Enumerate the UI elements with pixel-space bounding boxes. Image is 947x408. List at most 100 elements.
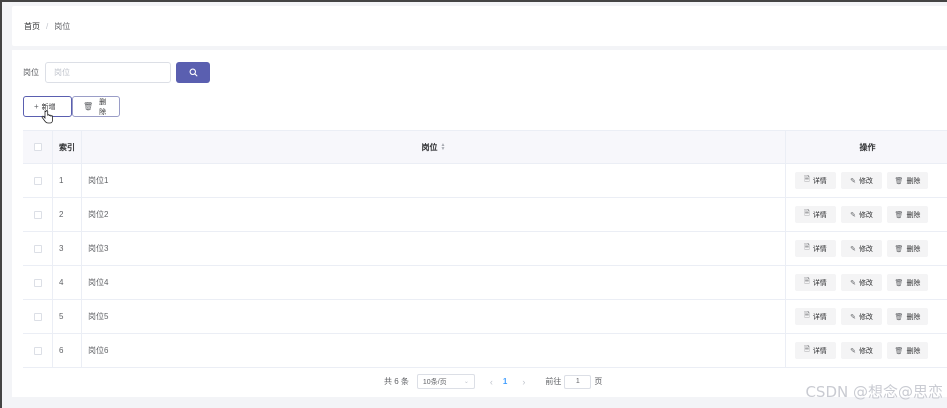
row-name: 岗位1 [82, 164, 786, 197]
row-delete-button-label: 删除 [906, 279, 921, 287]
detail-button-label: 详情 [812, 177, 827, 185]
search-icon [189, 68, 197, 77]
breadcrumb-bar: 首页 / 岗位 [12, 6, 947, 46]
table-row: 5 岗位5 🗎 详情 ✎ 修改 🗑 删除 [23, 300, 947, 334]
breadcrumb-current: 岗位 [54, 21, 71, 31]
chevron-down-icon: ⌄ [463, 379, 469, 385]
edit-button-label: 修改 [858, 211, 873, 219]
pagination: 共 6 条 10条/页 ⌄ ‹ 1 › 前往 页 [384, 374, 602, 389]
select-all-checkbox[interactable] [33, 143, 42, 151]
row-checkbox[interactable] [33, 210, 42, 219]
row-actions: 🗎 详情 ✎ 修改 🗑 删除 [786, 164, 947, 197]
edit-button-label: 修改 [858, 245, 873, 253]
document-icon: 🗎 [804, 176, 810, 183]
detail-button-label: 详情 [812, 347, 827, 355]
row-checkbox[interactable] [33, 312, 42, 321]
delete-button[interactable]: 🗑 删除 [72, 96, 120, 117]
edit-button[interactable]: ✎ 修改 [841, 240, 882, 257]
breadcrumb-home[interactable]: 首页 [24, 21, 40, 32]
goto-suffix: 页 [594, 377, 603, 386]
detail-button[interactable]: 🗎 详情 [795, 308, 836, 325]
edit-button[interactable]: ✎ 修改 [841, 172, 882, 189]
row-checkbox[interactable] [33, 176, 42, 185]
next-page-icon[interactable]: › [522, 377, 525, 387]
table-header: 索引 岗位 ▲ ▼ 操作 [23, 131, 947, 164]
sort-icon[interactable]: ▲ ▼ [441, 143, 446, 152]
row-name: 岗位2 [82, 198, 786, 231]
header-name[interactable]: 岗位 ▲ ▼ [82, 131, 786, 163]
goto-prefix: 前往 [545, 377, 562, 386]
row-index: 1 [53, 164, 82, 197]
row-index: 3 [53, 232, 82, 265]
row-checkbox-cell [23, 266, 53, 299]
edit-button[interactable]: ✎ 修改 [841, 308, 882, 325]
detail-button[interactable]: 🗎 详情 [795, 206, 836, 223]
row-checkbox-cell [23, 334, 53, 367]
edit-icon: ✎ [850, 177, 856, 185]
edit-icon: ✎ [850, 245, 856, 253]
row-checkbox-cell [23, 232, 53, 265]
row-delete-button[interactable]: 🗑 删除 [887, 342, 928, 359]
search-label: 岗位 [23, 68, 39, 77]
row-checkbox[interactable] [33, 278, 42, 287]
edit-button[interactable]: ✎ 修改 [841, 342, 882, 359]
row-delete-button[interactable]: 🗑 删除 [887, 308, 928, 325]
row-checkbox[interactable] [33, 346, 42, 355]
table-row: 1 岗位1 🗎 详情 ✎ 修改 🗑 删除 [23, 164, 947, 198]
detail-button[interactable]: 🗎 详情 [795, 172, 836, 189]
row-delete-button-label: 删除 [906, 177, 921, 185]
page-size-value: 10条/页 [422, 378, 447, 386]
detail-button[interactable]: 🗎 详情 [795, 274, 836, 291]
row-checkbox[interactable] [33, 244, 42, 253]
edit-icon: ✎ [850, 313, 856, 321]
row-delete-button[interactable]: 🗑 删除 [887, 172, 928, 189]
row-actions: 🗎 详情 ✎ 修改 🗑 删除 [786, 198, 947, 231]
detail-button[interactable]: 🗎 详情 [795, 342, 836, 359]
document-icon: 🗎 [804, 210, 810, 217]
detail-button-label: 详情 [812, 279, 827, 287]
row-name: 岗位3 [82, 232, 786, 265]
trash-icon: 🗑 [894, 177, 904, 185]
document-icon: 🗎 [804, 278, 810, 285]
edit-icon: ✎ [850, 347, 856, 355]
row-name: 岗位6 [82, 334, 786, 367]
watermark: CSDN @想念@思恋 [805, 383, 943, 401]
row-delete-button[interactable]: 🗑 删除 [887, 240, 928, 257]
plus-icon: + [34, 102, 39, 111]
hand-cursor-icon [41, 110, 53, 124]
edit-icon: ✎ [850, 211, 856, 219]
document-icon: 🗎 [804, 244, 810, 251]
prev-page-icon[interactable]: ‹ [490, 377, 493, 387]
table-row: 4 岗位4 🗎 详情 ✎ 修改 🗑 删除 [23, 266, 947, 300]
row-checkbox-cell [23, 300, 53, 333]
edit-button-label: 修改 [858, 177, 873, 185]
row-checkbox-cell [23, 198, 53, 231]
trash-icon: 🗑 [894, 245, 904, 253]
edit-button[interactable]: ✎ 修改 [841, 206, 882, 223]
document-icon: 🗎 [804, 346, 810, 353]
toolbar: + 新增 🗑 删除 [23, 96, 120, 117]
main-panel: 岗位 + 新增 🗑 删除 [12, 50, 947, 397]
trash-icon: 🗑 [894, 313, 904, 321]
breadcrumb: 首页 / 岗位 [24, 21, 70, 32]
row-actions: 🗎 详情 ✎ 修改 🗑 删除 [786, 232, 947, 265]
table-row: 3 岗位3 🗎 详情 ✎ 修改 🗑 删除 [23, 232, 947, 266]
page-size-select[interactable]: 10条/页 ⌄ [416, 374, 475, 389]
row-delete-button[interactable]: 🗑 删除 [887, 206, 928, 223]
detail-button[interactable]: 🗎 详情 [795, 240, 836, 257]
row-index: 6 [53, 334, 82, 367]
search-button[interactable] [176, 62, 210, 83]
page-number-current[interactable]: 1 [503, 377, 507, 386]
detail-button-label: 详情 [812, 245, 827, 253]
trash-icon: 🗑 [894, 211, 904, 219]
trash-icon: 🗑 [83, 102, 94, 111]
search-input[interactable] [45, 62, 171, 83]
table-row: 2 岗位2 🗎 详情 ✎ 修改 🗑 删除 [23, 198, 947, 232]
goto-page-input[interactable] [564, 374, 592, 389]
header-index: 索引 [53, 131, 82, 163]
edit-button-label: 修改 [858, 313, 873, 321]
row-delete-button[interactable]: 🗑 删除 [887, 274, 928, 291]
edit-button[interactable]: ✎ 修改 [841, 274, 882, 291]
table-body: 1 岗位1 🗎 详情 ✎ 修改 🗑 删除 2 岗位2 🗎 详情 ✎ 修改 🗑 删… [23, 164, 947, 368]
row-actions: 🗎 详情 ✎ 修改 🗑 删除 [786, 266, 947, 299]
